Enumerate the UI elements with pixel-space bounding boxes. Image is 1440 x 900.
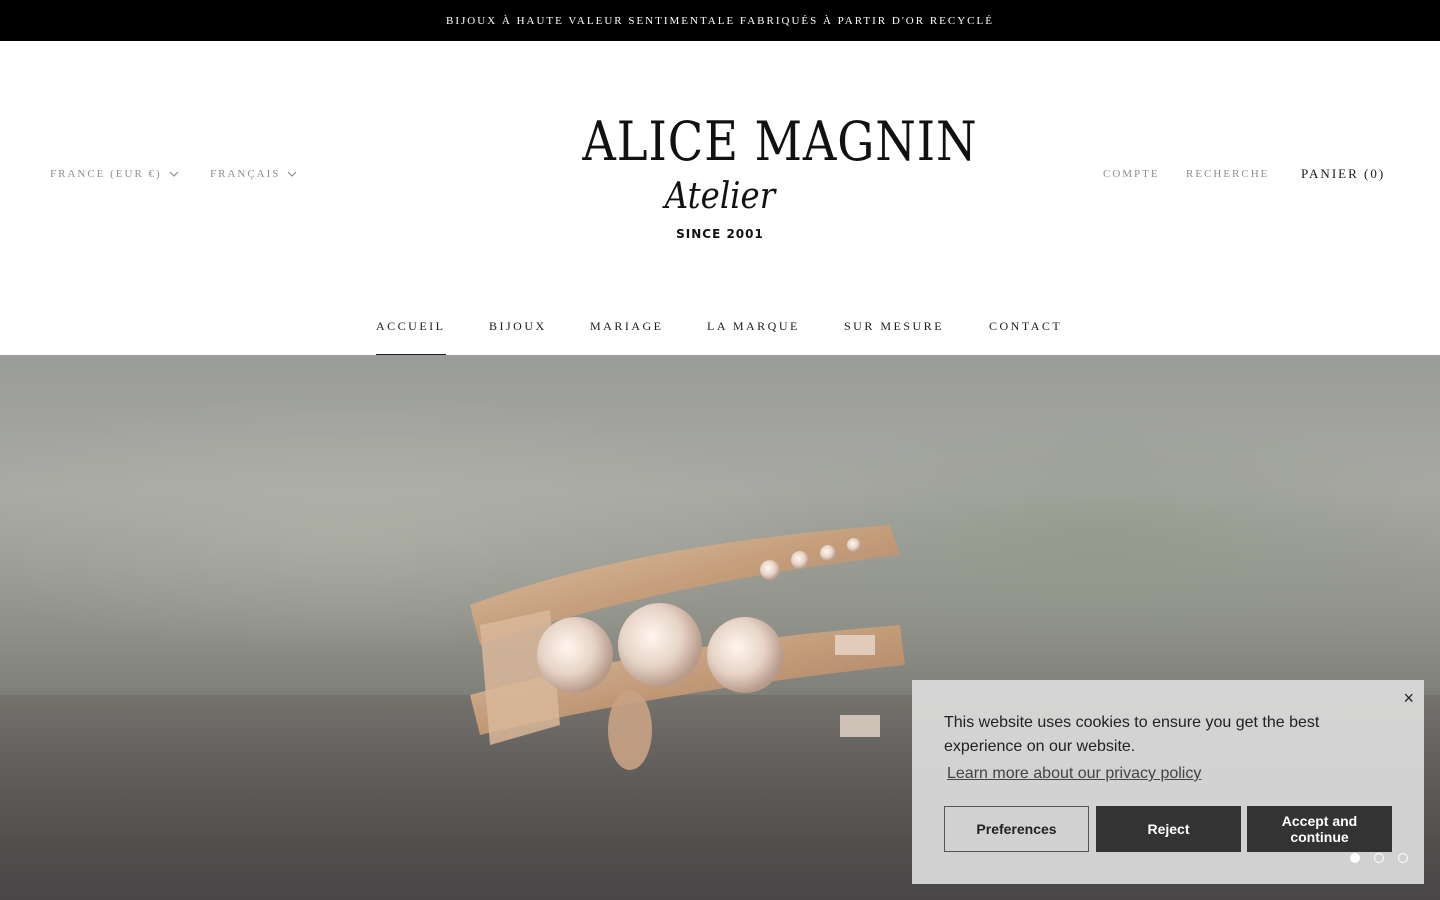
nav-item-sur-mesure[interactable]: SUR MESURE — [844, 319, 944, 334]
nav-item-bijoux[interactable]: BIJOUX — [489, 319, 547, 334]
slide-dot-3[interactable] — [1398, 853, 1408, 863]
logo-sub-text: Atelier — [664, 176, 776, 217]
hero-slideshow[interactable]: × This website uses cookies to ensure yo… — [0, 355, 1440, 900]
slideshow-dots — [1350, 853, 1408, 863]
language-selector-label: FRANÇAIS — [210, 168, 281, 180]
close-icon[interactable]: × — [1403, 688, 1414, 709]
logo-main-text: ALICE MAGNIN — [582, 110, 978, 173]
site-logo[interactable]: ALICE MAGNIN Atelier SINCE 2001 — [560, 109, 978, 241]
logo-since-text: SINCE 2001 — [676, 227, 764, 241]
chevron-down-icon — [287, 171, 297, 177]
chevron-down-icon — [169, 171, 179, 177]
accept-button[interactable]: Accept and continue — [1247, 806, 1392, 852]
ring-photo — [470, 525, 905, 770]
main-nav: ACCUEIL BIJOUX MARIAGE LA MARQUE SUR MES… — [0, 311, 1440, 356]
cart-link[interactable]: PANIER (0) — [1301, 166, 1385, 182]
preferences-button[interactable]: Preferences — [944, 806, 1089, 852]
privacy-policy-link[interactable]: Learn more about our privacy policy — [947, 765, 1201, 783]
slide-dot-1[interactable] — [1350, 853, 1360, 863]
nav-item-accueil[interactable]: ACCUEIL — [376, 319, 446, 356]
country-selector-label: FRANCE (EUR €) — [50, 168, 162, 180]
announcement-bar: BIJOUX À HAUTE VALEUR SENTIMENTALE FABRI… — [0, 0, 1440, 41]
search-link[interactable]: RECHERCHE — [1186, 168, 1269, 180]
nav-item-contact[interactable]: CONTACT — [989, 319, 1062, 334]
cookie-banner: × This website uses cookies to ensure yo… — [912, 680, 1424, 884]
reject-button[interactable]: Reject — [1096, 806, 1241, 852]
cookie-message: This website uses cookies to ensure you … — [944, 714, 1320, 755]
site-header: FRANCE (EUR €) FRANÇAIS ALICE MAGNIN Ate… — [0, 41, 1440, 356]
announcement-text: BIJOUX À HAUTE VALEUR SENTIMENTALE FABRI… — [446, 14, 994, 27]
nav-item-mariage[interactable]: MARIAGE — [590, 319, 664, 334]
slide-dot-2[interactable] — [1374, 853, 1384, 863]
nav-item-la-marque[interactable]: LA MARQUE — [707, 319, 800, 334]
country-selector[interactable]: FRANCE (EUR €) — [50, 168, 179, 180]
account-link[interactable]: COMPTE — [1103, 168, 1160, 180]
language-selector[interactable]: FRANÇAIS — [210, 168, 297, 180]
